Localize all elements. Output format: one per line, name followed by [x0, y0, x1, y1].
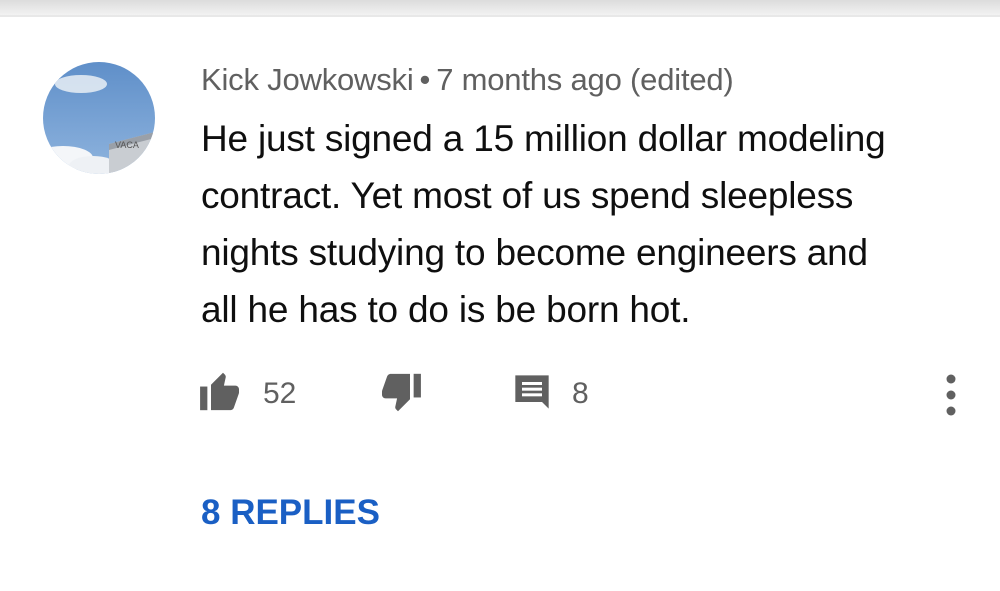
avatar[interactable]: VACA: [43, 62, 155, 174]
comment-line: He just signed a 15 million dollar model…: [201, 118, 886, 159]
like-count: 52: [263, 377, 297, 410]
dislike-button[interactable]: [378, 372, 422, 416]
more-options-button[interactable]: [934, 370, 968, 420]
comment-page: VACA Kick Jowkowski • 7 months ago (edited…: [0, 0, 1000, 591]
more-vert-icon[interactable]: [934, 370, 968, 425]
reply-count: 8: [572, 377, 589, 410]
author-name[interactable]: Kick Jowkowski: [201, 62, 414, 97]
top-divider: [0, 0, 1000, 17]
meta-separator: •: [419, 62, 431, 97]
svg-text:VACA: VACA: [115, 140, 139, 150]
comment-line: nights studying to become engineers and: [201, 232, 868, 273]
view-replies-link[interactable]: 8 REPLIES: [201, 493, 380, 533]
reply-button[interactable]: 8: [512, 372, 589, 416]
comment-header: Kick Jowkowski • 7 months ago (edited): [201, 62, 734, 98]
comment-time: 7 months ago (edited): [436, 62, 734, 97]
comment-icon[interactable]: [512, 372, 552, 417]
comment-line: contract. Yet most of us spend sleepless: [201, 175, 854, 216]
thumbs-up-icon[interactable]: [199, 372, 243, 417]
comment-text: He just signed a 15 million dollar model…: [201, 110, 961, 338]
comment-line: all he has to do is be born hot.: [201, 289, 691, 330]
like-button[interactable]: 52: [199, 372, 296, 416]
thumbs-down-icon[interactable]: [378, 372, 422, 417]
